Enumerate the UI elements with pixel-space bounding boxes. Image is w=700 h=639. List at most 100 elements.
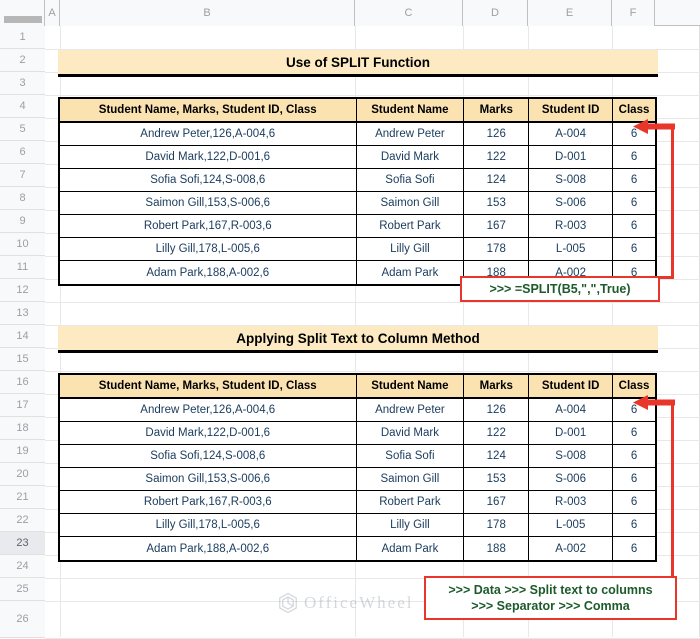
table-cell[interactable]: R-003 xyxy=(529,491,614,513)
row-header-18[interactable]: 18 xyxy=(0,417,45,440)
table-cell[interactable]: 6 xyxy=(613,491,655,513)
table-row[interactable]: David Mark,122,D-001,6 David Mark 122 D-001… xyxy=(60,422,655,445)
table-cell[interactable]: 6 xyxy=(613,169,655,191)
table-cell[interactable]: Lilly Gill xyxy=(357,238,465,260)
table-cell[interactable]: Lilly Gill,178,L-005,6 xyxy=(60,238,357,260)
row-header-5[interactable]: 5 xyxy=(0,118,45,141)
row-header-19[interactable]: 19 xyxy=(0,440,45,463)
table-row[interactable]: David Mark,122,D-001,6 David Mark 122 D-001… xyxy=(60,146,655,169)
table-cell[interactable]: 6 xyxy=(613,215,655,237)
select-all-corner[interactable] xyxy=(0,0,45,26)
row-header-7[interactable]: 7 xyxy=(0,164,45,187)
row-header-21[interactable]: 21 xyxy=(0,486,45,509)
column-header-e[interactable]: E xyxy=(528,0,612,26)
table-row[interactable]: Saimon Gill,153,S-006,6 Saimon Gill 153 S-0… xyxy=(60,192,655,215)
table-row[interactable]: Saimon Gill,153,S-006,6 Saimon Gill 153 S-0… xyxy=(60,468,655,491)
table-cell[interactable]: 153 xyxy=(464,468,530,490)
table-cell[interactable]: Sofia Sofi xyxy=(357,445,465,467)
table-cell[interactable]: L-005 xyxy=(529,514,614,536)
table-cell[interactable]: 6 xyxy=(613,238,655,260)
table-cell[interactable]: David Mark,122,D-001,6 xyxy=(60,146,357,168)
row-header-22[interactable]: 22 xyxy=(0,509,45,532)
table-cell[interactable]: Sofia Sofi,124,S-008,6 xyxy=(60,445,357,467)
row-header-9[interactable]: 9 xyxy=(0,210,45,233)
table-cell[interactable]: 124 xyxy=(464,445,530,467)
table-cell[interactable]: 126 xyxy=(464,399,530,421)
table-cell[interactable]: Adam Park,188,A-002,6 xyxy=(60,261,357,284)
row-header-14[interactable]: 14 xyxy=(0,325,45,348)
table-cell[interactable]: Robert Park xyxy=(357,491,465,513)
table-cell[interactable]: Saimon Gill,153,S-006,6 xyxy=(60,192,357,214)
row-header-23[interactable]: 23 xyxy=(0,532,45,555)
row-header-6[interactable]: 6 xyxy=(0,141,45,164)
row-header-16[interactable]: 16 xyxy=(0,371,45,394)
table-cell[interactable]: 6 xyxy=(613,146,655,168)
table-row[interactable]: Adam Park,188,A-002,6 Adam Park 188 A-002 6 xyxy=(60,537,655,560)
table-cell[interactable]: Andrew Peter,126,A-004,6 xyxy=(60,399,357,421)
table-cell[interactable]: A-004 xyxy=(529,399,614,421)
table-cell[interactable]: Adam Park xyxy=(357,537,465,560)
table-cell[interactable]: 122 xyxy=(464,146,530,168)
table-cell[interactable]: Adam Park xyxy=(357,261,465,284)
table-cell[interactable]: Robert Park,167,R-003,6 xyxy=(60,215,357,237)
table-cell[interactable]: Lilly Gill xyxy=(357,514,465,536)
table-cell[interactable]: Andrew Peter,126,A-004,6 xyxy=(60,123,357,145)
table-cell[interactable]: 6 xyxy=(613,445,655,467)
table-cell[interactable]: L-005 xyxy=(529,238,614,260)
table-cell[interactable]: Andrew Peter xyxy=(357,123,465,145)
table-row[interactable]: Andrew Peter,126,A-004,6 Andrew Peter 126 A… xyxy=(60,399,655,422)
table-cell[interactable]: 153 xyxy=(464,192,530,214)
row-header-4[interactable]: 4 xyxy=(0,95,45,118)
table-row[interactable]: Sofia Sofi,124,S-008,6 Sofia Sofi 124 S-008… xyxy=(60,169,655,192)
table-cell[interactable]: Sofia Sofi,124,S-008,6 xyxy=(60,169,357,191)
table-cell[interactable]: S-008 xyxy=(529,445,614,467)
row-header-11[interactable]: 11 xyxy=(0,256,45,279)
table-cell[interactable]: D-001 xyxy=(529,146,614,168)
row-header-25[interactable]: 25 xyxy=(0,578,45,601)
table-cell[interactable]: 178 xyxy=(464,238,530,260)
table-cell[interactable]: 6 xyxy=(613,192,655,214)
table-row[interactable]: Robert Park,167,R-003,6 Robert Park 167 R-0… xyxy=(60,215,655,238)
row-header-15[interactable]: 15 xyxy=(0,348,45,371)
table-cell[interactable]: 188 xyxy=(464,537,530,560)
table-row[interactable]: Lilly Gill,178,L-005,6 Lilly Gill 178 L-005… xyxy=(60,238,655,261)
table-cell[interactable]: 122 xyxy=(464,422,530,444)
row-header-20[interactable]: 20 xyxy=(0,463,45,486)
table-row[interactable]: Lilly Gill,178,L-005,6 Lilly Gill 178 L-005… xyxy=(60,514,655,537)
table-cell[interactable]: 6 xyxy=(613,537,655,560)
row-header-1[interactable]: 1 xyxy=(0,26,45,49)
row-header-12[interactable]: 12 xyxy=(0,279,45,302)
table-row[interactable]: Andrew Peter,126,A-004,6 Andrew Peter 126 A… xyxy=(60,123,655,146)
table-cell[interactable]: Robert Park xyxy=(357,215,465,237)
table-cell[interactable]: Andrew Peter xyxy=(357,399,465,421)
table-cell[interactable]: S-006 xyxy=(529,192,614,214)
table-cell[interactable]: 167 xyxy=(464,215,530,237)
table-row[interactable]: Robert Park,167,R-003,6 Robert Park 167 R-0… xyxy=(60,491,655,514)
table-cell[interactable]: 167 xyxy=(464,491,530,513)
table-cell[interactable]: A-004 xyxy=(529,123,614,145)
table-cell[interactable]: David Mark,122,D-001,6 xyxy=(60,422,357,444)
column-header-f[interactable]: F xyxy=(612,0,655,26)
table-row[interactable]: Sofia Sofi,124,S-008,6 Sofia Sofi 124 S-008… xyxy=(60,445,655,468)
row-header-3[interactable]: 3 xyxy=(0,72,45,95)
table-cell[interactable]: Saimon Gill xyxy=(357,192,465,214)
table-cell[interactable]: 6 xyxy=(613,514,655,536)
column-header-d[interactable]: D xyxy=(463,0,528,26)
table-cell[interactable]: Adam Park,188,A-002,6 xyxy=(60,537,357,560)
row-header-8[interactable]: 8 xyxy=(0,187,45,210)
table-cell[interactable]: David Mark xyxy=(357,422,465,444)
table-cell[interactable]: 178 xyxy=(464,514,530,536)
table-cell[interactable]: 6 xyxy=(613,422,655,444)
table-cell[interactable]: David Mark xyxy=(357,146,465,168)
row-header-10[interactable]: 10 xyxy=(0,233,45,256)
column-header-c[interactable]: C xyxy=(355,0,463,26)
table-cell[interactable]: 6 xyxy=(613,468,655,490)
row-header-2[interactable]: 2 xyxy=(0,49,45,72)
row-header-24[interactable]: 24 xyxy=(0,555,45,578)
column-header-b[interactable]: B xyxy=(60,0,355,26)
table-cell[interactable]: Sofia Sofi xyxy=(357,169,465,191)
table-cell[interactable]: A-002 xyxy=(529,537,614,560)
table-cell[interactable]: 126 xyxy=(464,123,530,145)
row-header-26[interactable]: 26 xyxy=(0,601,45,638)
table-cell[interactable]: S-006 xyxy=(529,468,614,490)
